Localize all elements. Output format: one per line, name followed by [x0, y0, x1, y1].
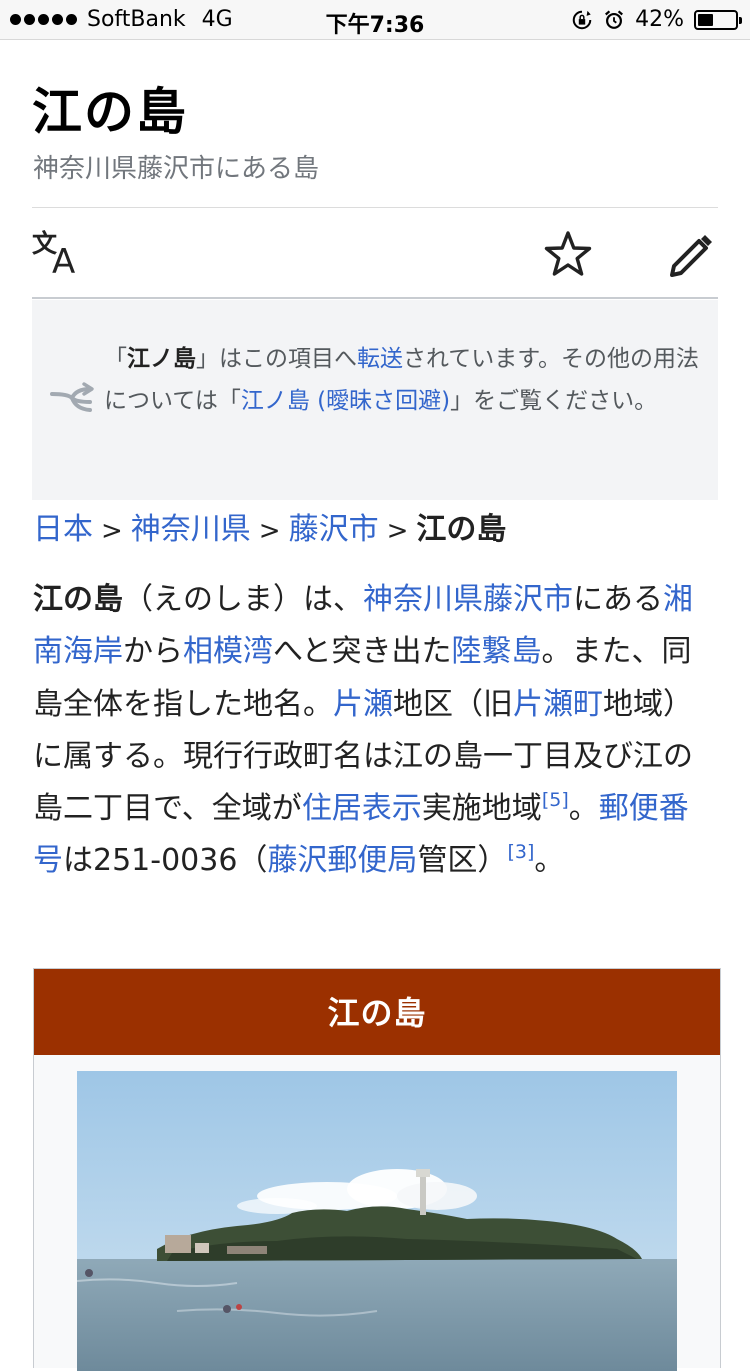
link-disambiguation[interactable]: 江ノ島 (曖昧さ回避)	[241, 388, 450, 414]
link-kanagawa-fujisawa[interactable]: 神奈川県藤沢市	[363, 582, 573, 617]
link-tied-island[interactable]: 陸繋島	[452, 634, 542, 669]
breadcrumb-item-fujisawa[interactable]: 藤沢市	[289, 512, 379, 547]
hatnote-text: 「江ノ島」はこの項目へ転送されています。その他の用法については「江ノ島 (曖昧さ…	[104, 346, 700, 414]
redirect-term: 江ノ島	[127, 346, 196, 372]
alarm-icon	[605, 9, 624, 29]
divider	[32, 207, 718, 208]
lead-paragraph: 江の島（えのしま）は、神奈川県藤沢市にある湘南海岸から相模湾へと突き出た陸繋島。…	[33, 582, 693, 879]
link-address-display[interactable]: 住居表示	[302, 791, 422, 826]
battery-percentage: 42%	[635, 7, 684, 32]
page-description: 神奈川県藤沢市にある島	[33, 154, 320, 184]
infobox-header: 江の島	[34, 969, 720, 1055]
breadcrumb-separator: >	[258, 516, 281, 546]
divider	[32, 297, 718, 299]
breadcrumb-item-japan[interactable]: 日本	[33, 512, 93, 547]
breadcrumb-current: 江の島	[416, 512, 507, 547]
page-actions-toolbar: 文 A	[32, 222, 718, 288]
redirect-hatnote: 「江ノ島」はこの項目へ転送されています。その他の用法については「江ノ島 (曖昧さ…	[32, 300, 718, 500]
article-term: 江の島	[33, 582, 123, 617]
link-katase[interactable]: 片瀬	[333, 687, 393, 722]
breadcrumb-item-kanagawa[interactable]: 神奈川県	[131, 512, 251, 547]
reference-5[interactable]: [5]	[542, 789, 569, 811]
link-katase-town[interactable]: 片瀬町	[513, 687, 603, 722]
star-icon[interactable]	[542, 228, 594, 280]
redirect-icon	[50, 382, 94, 412]
breadcrumb: 日本 > 神奈川県 > 藤沢市 > 江の島	[33, 508, 506, 553]
page-title: 江の島	[32, 82, 188, 141]
reference-3[interactable]: [3]	[507, 841, 534, 863]
battery-icon	[694, 9, 742, 30]
island-photo[interactable]	[77, 1071, 677, 1371]
breadcrumb-separator: >	[101, 516, 123, 546]
link-redirect[interactable]: 転送	[357, 346, 403, 372]
link-sagami-bay[interactable]: 相模湾	[183, 634, 273, 669]
pencil-icon[interactable]	[666, 230, 716, 280]
infobox: 江の島	[33, 968, 721, 1371]
breadcrumb-separator: >	[386, 516, 409, 546]
link-fujisawa-post-office[interactable]: 藤沢郵便局	[267, 843, 417, 878]
status-bar: SoftBank 4G 下午7:36 42%	[0, 0, 750, 40]
rotation-lock-icon	[572, 10, 592, 29]
translate-icon[interactable]: 文 A	[32, 226, 86, 280]
svg-text:A: A	[52, 242, 75, 280]
